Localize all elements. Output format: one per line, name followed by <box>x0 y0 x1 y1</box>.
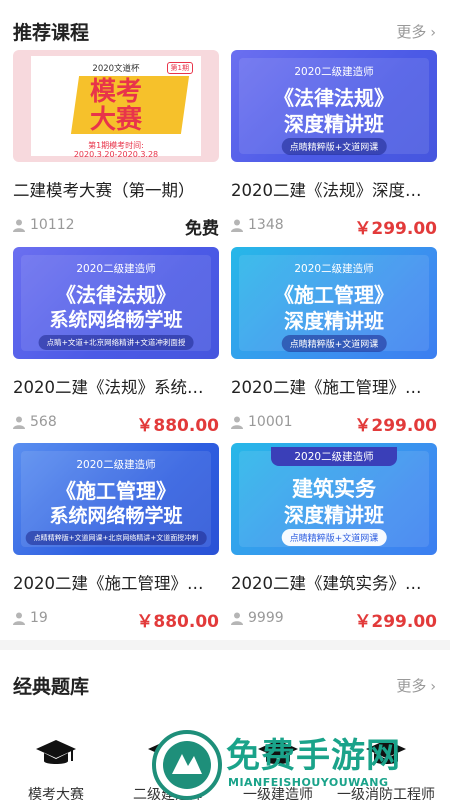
learner-count: 10112 <box>30 217 75 233</box>
course-price: ￥299.00 <box>354 612 437 632</box>
learner-count: 19 <box>30 610 48 626</box>
section-title: 经典题库 <box>13 676 90 698</box>
learner-count: 1348 <box>248 217 284 233</box>
course-name: 2020二建《法规》系统网络畅学班 <box>13 378 219 397</box>
thumb-small-title: 2020二级建造师 <box>294 263 374 275</box>
thumb-date: 2020.3.20-2020.3.28 <box>73 150 159 159</box>
thumb-tag: 点睛精粹版+文道网课 <box>281 138 387 155</box>
thumb-line1: 《施工管理》 <box>274 283 394 307</box>
course-meta: 568 ￥880.00 <box>13 413 219 436</box>
course-thumbnail: 2020文道杯 第1期 模考 大赛 第1期模考时间: 2020.3.20-202… <box>13 50 219 162</box>
user-icon <box>13 219 25 232</box>
thumb-badge: 第1期 <box>166 62 193 74</box>
course-meta: 19 ￥880.00 <box>13 609 219 632</box>
course-meta: 1348 ￥299.00 <box>231 216 437 239</box>
bank-item-label: 模考大赛 <box>28 787 84 800</box>
course-card[interactable]: 2020二级建造师 《法律法规》 系统网络畅学班 点睛+文道+北京网络精讲+文道… <box>13 247 219 436</box>
section-title: 推荐课程 <box>13 22 90 44</box>
thumb-line1: 模考 <box>89 77 142 107</box>
course-meta: 10001 ￥299.00 <box>231 413 437 436</box>
course-thumbnail: 2020二级建造师 《法律法规》 系统网络畅学班 点睛+文道+北京网络精讲+文道… <box>13 247 219 359</box>
thumb-line2: 大赛 <box>89 105 142 135</box>
course-name: 2020二建《建筑实务》深度精讲班 <box>231 574 437 593</box>
thumb-line1: 《施工管理》 <box>56 479 176 503</box>
thumb-line1: 《法律法规》 <box>274 86 394 110</box>
recommended-header: 推荐课程 更多 › <box>0 6 450 46</box>
thumb-line2: 深度精讲班 <box>284 309 384 333</box>
watermark-logo-icon <box>152 730 222 800</box>
thumb-line1: 《法律法规》 <box>56 283 176 307</box>
section-divider <box>0 640 450 650</box>
course-name: 二建模考大赛（第一期） <box>13 181 195 200</box>
thumb-line2: 深度精讲班 <box>284 112 384 136</box>
course-price: ￥880.00 <box>136 416 219 436</box>
course-price: ￥299.00 <box>354 416 437 436</box>
course-price: 免费 <box>185 219 219 239</box>
learner-count: 568 <box>30 414 57 430</box>
question-bank-header: 经典题库 更多 › <box>0 660 450 700</box>
bank-item[interactable]: 模考大赛 <box>6 720 106 800</box>
more-link[interactable]: 更多 › <box>396 21 436 42</box>
thumb-tag: 点睛精粹版+文道网课 <box>281 529 387 546</box>
course-price: ￥299.00 <box>354 219 437 239</box>
thumb-small-title: 2020二级建造师 <box>76 263 156 275</box>
course-card[interactable]: 2020二级建造师 《施工管理》 深度精讲班 点睛精粹版+文道网课 2020二建… <box>231 247 437 436</box>
course-thumbnail: 2020二级建造师 《施工管理》 深度精讲班 点睛精粹版+文道网课 <box>231 247 437 359</box>
thumb-line2: 系统网络畅学班 <box>49 505 183 527</box>
course-thumbnail: 2020二级建造师 《施工管理》 系统网络畅学班 点睛精粹版+文道网课+北京网络… <box>13 443 219 555</box>
learner-count: 9999 <box>248 610 284 626</box>
thumb-small-title: 2020二级建造师 <box>294 66 374 78</box>
thumb-tag: 点睛+文道+北京网络精讲+文道冲刺面授 <box>38 335 194 350</box>
learner-count: 10001 <box>248 414 293 430</box>
course-thumbnail: 2020二级建造师 建筑实务 深度精讲班 点睛精粹版+文道网课 <box>231 443 437 555</box>
course-name: 2020二建《施工管理》系统网络畅学班 <box>13 574 219 593</box>
course-card[interactable]: 2020二级建造师 《施工管理》 系统网络畅学班 点睛精粹版+文道网课+北京网络… <box>13 443 219 632</box>
thumb-line2: 系统网络畅学班 <box>49 309 183 331</box>
thumb-tag: 点睛精粹版+文道网课 <box>281 335 387 352</box>
watermark-subtext: MIANFEISHOUYOUWANG <box>228 776 389 789</box>
course-name: 2020二建《施工管理》深度精讲班 <box>231 378 437 397</box>
chevron-right-icon: › <box>430 25 436 41</box>
graduation-cap-icon <box>36 740 76 764</box>
course-card[interactable]: 2020文道杯 第1期 模考 大赛 第1期模考时间: 2020.3.20-202… <box>13 50 219 239</box>
user-icon <box>13 416 25 429</box>
course-card[interactable]: 2020二级建造师 建筑实务 深度精讲班 点睛精粹版+文道网课 2020二建《建… <box>231 443 437 632</box>
course-price: ￥880.00 <box>136 612 219 632</box>
course-meta: 10112 免费 <box>13 216 219 239</box>
thumb-small-title: 2020二级建造师 <box>271 447 397 466</box>
user-icon <box>13 612 25 625</box>
chevron-right-icon: › <box>430 679 436 695</box>
watermark-text: 免费手游网 <box>226 736 401 776</box>
course-name: 2020二建《法规》深度精讲班 <box>231 181 437 200</box>
course-thumbnail: 2020二级建造师 《法律法规》 深度精讲班 点睛精粹版+文道网课 <box>231 50 437 162</box>
user-icon <box>231 219 243 232</box>
thumb-line2: 深度精讲班 <box>284 503 384 527</box>
more-link[interactable]: 更多 › <box>396 675 436 696</box>
course-card[interactable]: 2020二级建造师 《法律法规》 深度精讲班 点睛精粹版+文道网课 2020二建… <box>231 50 437 239</box>
thumb-small-title: 2020二级建造师 <box>76 459 156 471</box>
user-icon <box>231 612 243 625</box>
user-icon <box>231 416 243 429</box>
course-meta: 9999 ￥299.00 <box>231 609 437 632</box>
thumb-tag: 点睛精粹版+文道网课+北京网络精讲+文道面授冲刺 <box>25 531 207 545</box>
